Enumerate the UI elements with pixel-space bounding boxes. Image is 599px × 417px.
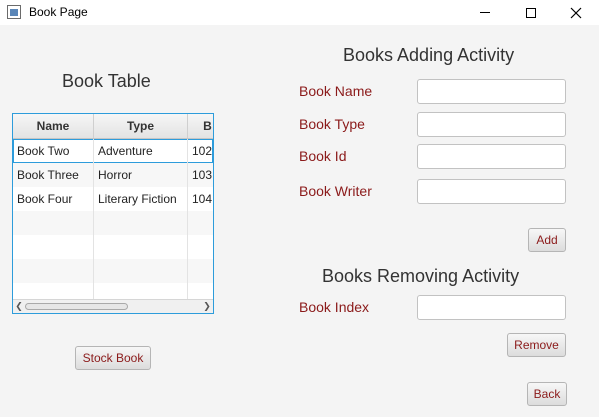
table-cell-type [94,235,188,259]
table-cell-type: Literary Fiction [94,187,188,211]
book-index-label: Book Index [299,299,370,315]
column-header-id[interactable]: B [188,114,213,138]
title-bar: Book Page [0,0,599,25]
table-header: Name Type B [13,114,213,139]
book-id-label: Book Id [299,148,347,164]
close-button[interactable] [553,0,599,25]
table-cell-type: Adventure [94,139,188,163]
table-cell-id [188,235,213,259]
table-row[interactable] [13,235,213,259]
table-row[interactable] [13,259,213,283]
scroll-left-arrow-icon[interactable]: ❮ [13,300,25,313]
table-cell-name: Book Two [13,139,94,163]
column-header-name[interactable]: Name [13,114,94,138]
table-cell-id [188,259,213,283]
table-row[interactable]: Book Four Literary Fiction 104 [13,187,213,211]
stock-book-button[interactable]: Stock Book [75,346,151,370]
table-cell-type: Horror [94,163,188,187]
table-row[interactable]: Book Three Horror 103 [13,163,213,187]
table-cell-name [13,259,94,283]
table-cell-name: Book Four [13,187,94,211]
maximize-icon [526,7,536,18]
book-table[interactable]: Name Type B Book Two Adventure 102 Book Thr… [12,113,214,314]
book-type-label: Book Type [299,116,365,132]
table-cell-type [94,259,188,283]
back-button[interactable]: Back [527,382,567,406]
book-id-input[interactable] [417,144,566,169]
book-type-input[interactable] [417,112,566,137]
table-cell-id: 104 [188,187,213,211]
table-row[interactable]: Book Two Adventure 102 [13,139,213,163]
book-name-input[interactable] [417,79,566,104]
table-row[interactable] [13,211,213,235]
scroll-right-arrow-icon[interactable]: ❯ [201,300,213,313]
close-icon [570,7,582,18]
table-cell-id: 102 [188,139,213,163]
app-window-icon [7,5,21,19]
remove-button[interactable]: Remove [507,333,566,357]
horizontal-scrollbar[interactable]: ❮ ❯ [13,299,213,313]
adding-activity-heading: Books Adding Activity [343,45,515,65]
table-cell-name [13,211,94,235]
add-button[interactable]: Add [528,228,566,252]
book-writer-input[interactable] [417,179,566,204]
table-cell-name [13,235,94,259]
table-cell-id: 103 [188,163,213,187]
table-body: Book Two Adventure 102 Book Three Horror 103 B… [13,139,213,307]
book-writer-label: Book Writer [299,183,372,199]
table-cell-type [94,211,188,235]
minimize-button[interactable] [462,0,508,25]
book-index-input[interactable] [417,295,566,320]
book-table-heading: Book Table [62,71,151,91]
column-header-type[interactable]: Type [94,114,188,138]
table-cell-id [188,211,213,235]
minimize-icon [480,12,490,13]
scrollbar-thumb[interactable] [25,303,128,310]
book-name-label: Book Name [299,83,373,99]
window-title: Book Page [29,5,88,19]
maximize-button[interactable] [508,0,554,25]
removing-activity-heading: Books Removing Activity [322,266,520,286]
table-cell-name: Book Three [13,163,94,187]
